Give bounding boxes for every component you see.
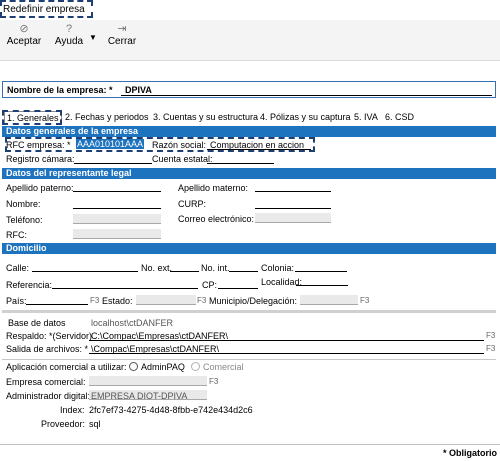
comercial-label: Comercial xyxy=(203,362,244,372)
base-value: localhost\ctDANFER xyxy=(91,318,174,328)
cuenta-label: Cuenta estatal: xyxy=(152,154,213,164)
help-label: Ayuda xyxy=(54,36,84,47)
cuenta-input[interactable] xyxy=(207,163,274,164)
respaldo-label: Respaldo: *(Servidor) xyxy=(6,331,93,341)
company-name-label: Nombre de la empresa: * xyxy=(7,85,113,95)
municipio-input[interactable] xyxy=(300,295,358,305)
nombre-input[interactable] xyxy=(73,208,161,209)
registro-label: Registro cámara: xyxy=(6,154,75,164)
no-ext-input[interactable] xyxy=(170,271,199,272)
cp-label: CP: xyxy=(202,280,218,290)
check-circle-icon: ⊘ xyxy=(19,23,29,35)
tab-bar: 1. Generales 2. Fechas y periodos 3. Cue… xyxy=(2,111,496,125)
cp-input[interactable] xyxy=(218,288,258,289)
apellido-paterno-label: Apellido paterno: xyxy=(6,183,74,193)
calle-input[interactable] xyxy=(32,271,138,272)
calle-label: Calle: xyxy=(6,263,30,273)
correo-input[interactable] xyxy=(255,213,331,223)
municipio-label: Municipio/Delegación: xyxy=(209,296,298,306)
help-button[interactable]: ? Ayuda xyxy=(50,22,88,47)
divider xyxy=(2,359,496,360)
apellido-materno-input[interactable] xyxy=(255,191,331,192)
rfc-rep-input[interactable] xyxy=(73,229,161,239)
chevron-down-icon[interactable]: ▼ xyxy=(89,33,97,42)
help-icon: ? xyxy=(65,23,73,35)
base-label: Base de datos xyxy=(8,318,66,328)
admin-value: EMPRESA DIOT-DPIVA xyxy=(91,391,188,401)
tab-iva[interactable]: 5. IVA xyxy=(354,111,378,124)
app-label: Aplicación comercial a utilizar: xyxy=(6,362,127,372)
tab-cuentas[interactable]: 3. Cuentas y su estructura xyxy=(153,111,258,124)
footer-divider xyxy=(0,444,500,445)
tab-csd[interactable]: 6. CSD xyxy=(385,111,414,124)
pais-f3[interactable]: F3 xyxy=(90,296,99,305)
estado-input[interactable] xyxy=(136,295,196,305)
section-domicilio: Domicilio xyxy=(2,243,496,254)
curp-input[interactable] xyxy=(255,208,331,209)
nombre-label: Nombre: xyxy=(6,199,41,209)
adminpaq-label: AdminPAQ xyxy=(141,362,185,372)
rfc-rep-label: RFC: xyxy=(6,230,27,240)
no-int-label: No. int. xyxy=(201,263,230,273)
estado-f3[interactable]: F3 xyxy=(197,296,206,305)
index-value: 2fc7ef73-4275-4d48-8fbb-e742e434d2c6 xyxy=(89,405,253,415)
colonia-input[interactable] xyxy=(295,271,347,272)
rfc-razon-highlight xyxy=(5,137,315,152)
radio-comercial[interactable] xyxy=(191,362,200,371)
admin-label: Administrador digital: xyxy=(6,391,91,401)
section-general: Datos generales de la empresa xyxy=(2,126,496,137)
localidad-input[interactable] xyxy=(296,285,348,286)
apellido-materno-label: Apellido materno: xyxy=(178,183,249,193)
close-label: Cerrar xyxy=(107,36,137,47)
section-legal: Datos del representante legal xyxy=(2,168,496,179)
salida-underline xyxy=(89,353,484,354)
estado-label: Estado: xyxy=(102,296,133,306)
proveedor-label: Proveedor: xyxy=(41,419,86,429)
apellido-paterno-input[interactable] xyxy=(73,191,161,192)
pais-input[interactable] xyxy=(26,304,88,305)
respaldo-f3[interactable]: F3 xyxy=(486,331,495,340)
radio-adminpaq[interactable] xyxy=(129,362,138,371)
tab-highlight xyxy=(2,110,62,125)
empresa-f3[interactable]: F3 xyxy=(209,377,218,386)
pais-label: País: xyxy=(6,296,27,306)
tab-polizas[interactable]: 4. Pólizas y su captura xyxy=(260,111,351,124)
respaldo-underline xyxy=(89,340,484,341)
title-highlight xyxy=(0,0,93,18)
colonia-label: Colonia: xyxy=(261,263,295,273)
no-ext-label: No. ext. xyxy=(141,263,173,273)
referencia-input[interactable] xyxy=(52,288,198,289)
registro-input[interactable] xyxy=(74,163,152,164)
empresa-label: Empresa comercial: xyxy=(6,377,86,387)
close-button[interactable]: ⇥ Cerrar xyxy=(103,22,141,47)
no-int-input[interactable] xyxy=(229,271,258,272)
company-name-underline xyxy=(121,95,492,96)
exit-icon: ⇥ xyxy=(117,23,127,35)
company-name-value[interactable]: DPIVA xyxy=(125,85,152,95)
curp-label: CURP: xyxy=(178,199,207,209)
telefono-label: Teléfono: xyxy=(6,215,43,225)
municipio-f3[interactable]: F3 xyxy=(360,296,369,305)
company-name-box: Nombre de la empresa: * DPIVA xyxy=(2,81,496,98)
index-label: Index: xyxy=(60,405,85,415)
telefono-input[interactable] xyxy=(73,214,161,224)
referencia-label: Referencia: xyxy=(6,280,53,290)
salida-f3[interactable]: F3 xyxy=(486,344,495,353)
section-divider xyxy=(2,310,496,313)
empresa-input[interactable] xyxy=(89,376,207,386)
required-note: * Obligatorio xyxy=(443,448,497,458)
proveedor-value: sql xyxy=(89,419,101,429)
accept-label: Aceptar xyxy=(6,36,42,47)
salida-label: Salida de archivos: * xyxy=(6,344,89,354)
toolbar: ⊘ Aceptar ? Ayuda ▼ ⇥ Cerrar xyxy=(0,20,500,61)
tab-fechas[interactable]: 2. Fechas y periodos xyxy=(65,111,149,124)
accept-button[interactable]: ⊘ Aceptar xyxy=(4,22,44,47)
correo-label: Correo electrónico: xyxy=(178,214,255,224)
